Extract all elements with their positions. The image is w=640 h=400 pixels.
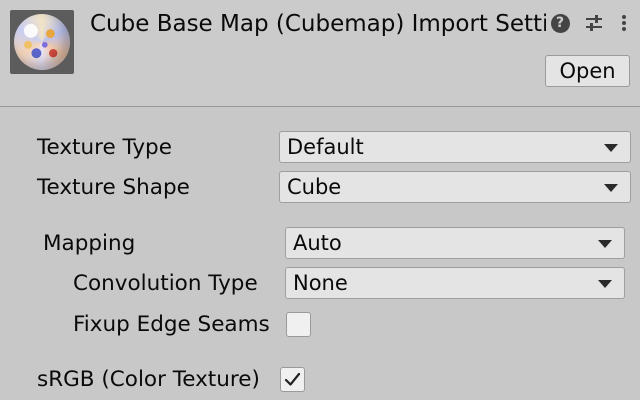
chevron-down-icon: [598, 280, 612, 288]
texture-type-dropdown[interactable]: Default: [279, 131, 631, 163]
texture-shape-value: Cube: [287, 175, 342, 199]
fixup-edge-seams-checkbox[interactable]: [286, 312, 311, 337]
mapping-value: Auto: [293, 231, 342, 255]
checkmark-icon: [284, 372, 301, 386]
srgb-checkbox[interactable]: [280, 367, 305, 392]
help-icon[interactable]: ?: [549, 12, 571, 34]
cubemap-preview-image: [14, 14, 70, 70]
mapping-label: Mapping: [43, 231, 136, 256]
texture-type-value: Default: [287, 135, 364, 159]
convolution-type-value: None: [293, 271, 348, 295]
chevron-down-icon: [598, 240, 612, 248]
texture-shape-dropdown[interactable]: Cube: [279, 171, 631, 203]
more-vertical-icon[interactable]: [613, 12, 635, 34]
open-button[interactable]: Open: [545, 55, 630, 87]
texture-shape-label: Texture Shape: [37, 175, 190, 200]
convolution-type-dropdown[interactable]: None: [285, 267, 625, 299]
convolution-type-label: Convolution Type: [73, 271, 258, 296]
texture-thumbnail: [10, 10, 74, 74]
header-divider: [0, 106, 640, 107]
srgb-label: sRGB (Color Texture): [37, 367, 260, 392]
mapping-dropdown[interactable]: Auto: [285, 227, 625, 259]
inspector-header: Cube Base Map (Cubemap) Import Settings …: [0, 0, 640, 106]
chevron-down-icon: [604, 144, 618, 152]
inspector-title: Cube Base Map (Cubemap) Import Settings: [90, 11, 546, 37]
fixup-edge-seams-label: Fixup Edge Seams: [73, 312, 270, 337]
chevron-down-icon: [604, 184, 618, 192]
texture-type-label: Texture Type: [37, 135, 172, 160]
preset-settings-icon[interactable]: [583, 12, 605, 34]
